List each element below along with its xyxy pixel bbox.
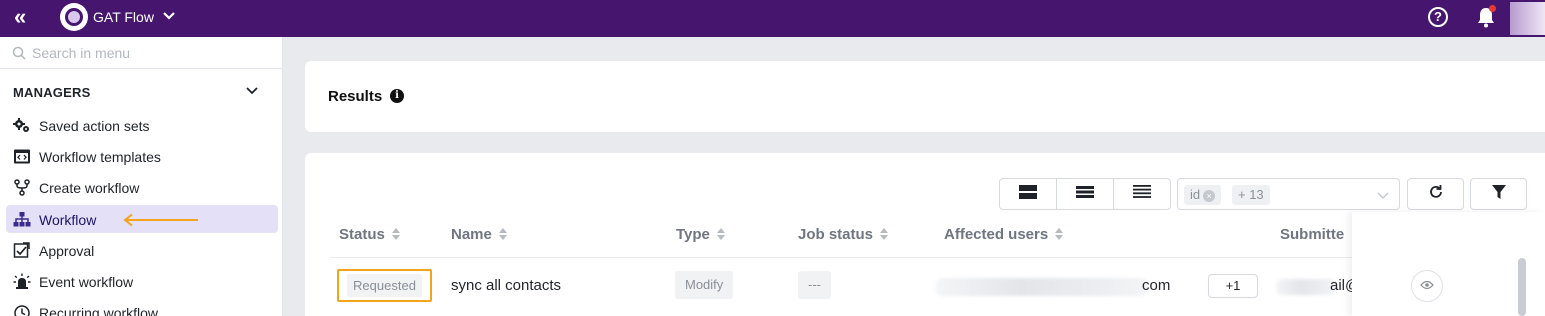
header-divider: [330, 257, 1352, 258]
column-tag-id[interactable]: id ×: [1184, 185, 1222, 205]
avatar[interactable]: [1510, 2, 1545, 35]
view-medium-rows-button[interactable]: [1056, 178, 1114, 210]
column-header-name[interactable]: Name: [451, 226, 508, 245]
search-icon: [12, 46, 26, 65]
workflow-name-cell[interactable]: sync all contacts: [451, 277, 561, 294]
chevron-down-icon[interactable]: [245, 83, 259, 102]
hierarchy-icon: [13, 211, 31, 228]
help-icon[interactable]: ?: [1428, 7, 1448, 27]
redacted-submitter: [1276, 279, 1336, 295]
sidebar-item-label: Event workflow: [39, 274, 134, 290]
eye-icon: [1420, 277, 1434, 295]
column-header-type[interactable]: Type: [676, 226, 726, 245]
sidebar-item-label: Workflow: [39, 212, 97, 228]
column-header-status[interactable]: Status: [339, 226, 401, 245]
sidebar-item-label: Workflow templates: [39, 149, 161, 165]
branch-icon: [13, 179, 31, 196]
column-header-affected-users[interactable]: Affected users: [944, 226, 1064, 245]
more-users-badge[interactable]: +1: [1208, 274, 1258, 298]
sidebar-item-workflow-templates[interactable]: Workflow templates: [6, 142, 278, 170]
sidebar-item-recurring-workflow[interactable]: Recurring workflow: [6, 298, 278, 316]
sidebar-item-saved-action-sets[interactable]: Saved action sets: [6, 111, 278, 139]
sidebar-item-label: Create workflow: [39, 180, 140, 196]
affected-users-cell: com: [1142, 277, 1171, 294]
approval-icon: [13, 242, 31, 259]
status-badge: Requested: [337, 269, 432, 302]
clock-icon: [13, 304, 31, 316]
sidebar-item-create-workflow[interactable]: Create workflow: [6, 173, 278, 201]
gears-icon: [13, 117, 31, 134]
sidebar-item-approval[interactable]: Approval: [6, 236, 278, 264]
type-badge: Modify: [675, 271, 734, 299]
section-title-managers[interactable]: MANAGERS: [13, 85, 90, 100]
app-name[interactable]: GAT Flow: [93, 9, 154, 25]
collapse-sidebar-icon[interactable]: «: [14, 6, 26, 28]
refresh-button[interactable]: [1407, 178, 1464, 210]
view-compact-rows-button[interactable]: [1113, 178, 1171, 210]
template-icon: [13, 148, 31, 165]
large-rows-icon: [1019, 184, 1037, 204]
app-logo-icon[interactable]: [60, 3, 88, 31]
remove-tag-icon[interactable]: ×: [1203, 190, 1216, 202]
filter-button[interactable]: [1470, 178, 1527, 210]
sidebar-item-event-workflow[interactable]: Event workflow: [6, 267, 278, 295]
filter-icon: [1491, 184, 1507, 205]
search-input[interactable]: [32, 43, 272, 63]
annotation-arrow-icon: [122, 213, 200, 232]
sort-icon[interactable]: [879, 227, 889, 245]
actions-column-panel: [1352, 212, 1545, 316]
sidebar-item-label: Approval: [39, 243, 95, 259]
medium-rows-icon: [1076, 185, 1094, 203]
column-header-submitted[interactable]: Submitte: [1280, 226, 1344, 243]
info-icon[interactable]: i: [390, 89, 404, 103]
column-header-job-status[interactable]: Job status: [798, 226, 889, 245]
chevron-down-icon[interactable]: [162, 8, 176, 25]
alarm-icon: [13, 273, 31, 290]
column-tag-more[interactable]: + 13: [1232, 185, 1270, 205]
column-select[interactable]: id × + 13: [1177, 178, 1400, 210]
sort-icon[interactable]: [498, 227, 508, 245]
redacted-email: [936, 278, 1148, 296]
sort-icon[interactable]: [1054, 227, 1064, 245]
compact-rows-icon: [1133, 185, 1151, 203]
notification-dot: [1489, 5, 1496, 12]
view-large-rows-button[interactable]: [999, 178, 1057, 210]
vertical-scrollbar[interactable]: [1518, 258, 1526, 316]
sidebar-item-label: Saved action sets: [39, 118, 150, 134]
sidebar-item-label: Recurring workflow: [39, 305, 159, 316]
sort-icon[interactable]: [391, 227, 401, 245]
top-bar: « GAT Flow ?: [0, 0, 1545, 37]
chevron-down-icon[interactable]: [1377, 188, 1389, 206]
view-details-button[interactable]: [1411, 270, 1443, 302]
sort-icon[interactable]: [716, 227, 726, 245]
menu-search: [0, 37, 283, 69]
results-card: [305, 61, 1545, 132]
page-title: Results: [328, 88, 383, 105]
refresh-icon: [1428, 184, 1444, 205]
job-status-badge: ---: [798, 271, 831, 299]
